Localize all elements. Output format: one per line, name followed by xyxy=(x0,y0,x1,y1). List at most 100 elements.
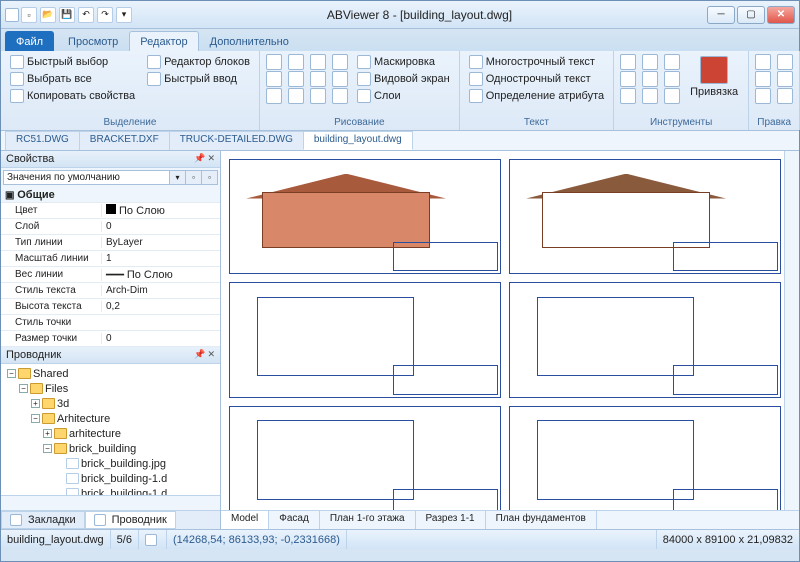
scale-icon[interactable] xyxy=(620,88,636,104)
fillet-icon[interactable] xyxy=(664,88,680,104)
mtab-model[interactable]: Model xyxy=(221,511,269,529)
move-icon[interactable] xyxy=(620,54,636,70)
attdef-button[interactable]: Определение атрибута xyxy=(466,88,607,104)
layers-button[interactable]: Слои xyxy=(354,88,453,104)
maximize-button[interactable]: ▢ xyxy=(737,6,765,24)
block-editor-button[interactable]: Редактор блоков xyxy=(144,54,253,70)
prop-color[interactable]: ЦветПо Слою xyxy=(1,203,220,219)
drawing-elevation-1 xyxy=(229,159,501,274)
quick-input-button[interactable]: Быстрый ввод xyxy=(144,71,253,87)
tab-file[interactable]: Файл xyxy=(5,31,54,51)
mtab-facade[interactable]: Фасад xyxy=(269,511,320,529)
qat-new-icon[interactable]: ▫ xyxy=(21,7,37,23)
tab-view[interactable]: Просмотр xyxy=(57,31,129,51)
poly-icon[interactable] xyxy=(310,71,326,87)
copy-icon[interactable] xyxy=(755,71,771,87)
qat-undo-icon[interactable]: ↶ xyxy=(78,7,94,23)
mtab-found[interactable]: План фундаментов xyxy=(486,511,597,529)
defaults-input[interactable] xyxy=(3,170,170,185)
paste-icon[interactable] xyxy=(755,88,771,104)
sidetab-explorer[interactable]: Проводник xyxy=(85,511,176,529)
qat-save-icon[interactable]: 💾 xyxy=(59,7,75,23)
ellipse-icon[interactable] xyxy=(288,71,304,87)
doctab-building[interactable]: building_layout.dwg xyxy=(303,131,413,150)
mtab-sec11[interactable]: Разрез 1-1 xyxy=(416,511,486,529)
trim-icon[interactable] xyxy=(642,88,658,104)
prop-tstyle[interactable]: Стиль текстаArch-Dim xyxy=(1,283,220,299)
tree-3d[interactable]: +3d xyxy=(1,396,220,411)
tree-files[interactable]: −Files xyxy=(1,381,220,396)
close-panel-icon[interactable]: ✕ xyxy=(207,153,215,165)
extend-icon[interactable] xyxy=(664,54,680,70)
close-panel-icon[interactable]: ✕ xyxy=(207,349,215,361)
prop-theight[interactable]: Высота текста0,2 xyxy=(1,299,220,315)
mtab-plan1[interactable]: План 1-го этажа xyxy=(320,511,416,529)
tree-file[interactable]: brick_building-1.d xyxy=(1,471,220,486)
doctab-bracket[interactable]: BRACKET.DXF xyxy=(79,131,170,150)
viewport-button[interactable]: Видовой экран xyxy=(354,71,453,87)
tree-arh1[interactable]: −Arhitecture xyxy=(1,411,220,426)
qat-more-icon[interactable]: ▾ xyxy=(116,7,132,23)
vertical-scrollbar[interactable] xyxy=(784,151,799,529)
minimize-button[interactable]: ─ xyxy=(707,6,735,24)
folder-icon xyxy=(94,514,106,526)
mirror-icon[interactable] xyxy=(642,54,658,70)
side-scrollbar[interactable] xyxy=(1,495,220,510)
explode-icon[interactable] xyxy=(664,71,680,87)
image-icon[interactable] xyxy=(332,88,348,104)
cut-icon[interactable] xyxy=(755,54,771,70)
drawing-section-1 xyxy=(509,159,781,274)
prop-lweight[interactable]: Вес линии━━━ По Слою xyxy=(1,267,220,283)
arc-icon[interactable] xyxy=(288,54,304,70)
circle-icon[interactable] xyxy=(266,71,282,87)
masking-button[interactable]: Маскировка xyxy=(354,54,453,70)
paste2-icon[interactable] xyxy=(777,54,793,70)
tree-arh2[interactable]: +arhitecture xyxy=(1,426,220,441)
prop-lscale[interactable]: Масштаб линии1 xyxy=(1,251,220,267)
combo-btn3[interactable]: ▫ xyxy=(202,170,218,185)
combo-btn2[interactable]: ▫ xyxy=(186,170,202,185)
tree-bb[interactable]: −brick_building xyxy=(1,441,220,456)
prop-layer[interactable]: Слой0 xyxy=(1,219,220,235)
pencil-icon[interactable] xyxy=(288,88,304,104)
prop-psize[interactable]: Размер точки0 xyxy=(1,331,220,347)
prop-pstyle[interactable]: Стиль точки xyxy=(1,315,220,331)
tree-file[interactable]: brick_building.jpg xyxy=(1,456,220,471)
status-icon1[interactable] xyxy=(139,530,167,549)
quick-select-button[interactable]: Быстрый выбор xyxy=(7,54,138,70)
mtext-button[interactable]: Многострочный текст xyxy=(466,54,607,70)
group-general[interactable]: ▣ Общие xyxy=(1,187,220,203)
tab-extra[interactable]: Дополнительно xyxy=(199,31,300,51)
find-icon[interactable] xyxy=(777,88,793,104)
qat-open-icon[interactable]: 📂 xyxy=(40,7,56,23)
select-all-button[interactable]: Выбрать все xyxy=(7,71,138,87)
doctab-rc51[interactable]: RC51.DWG xyxy=(5,131,80,150)
chevron-down-icon[interactable]: ▾ xyxy=(170,170,186,185)
rotate-icon[interactable] xyxy=(620,71,636,87)
tab-editor[interactable]: Редактор xyxy=(129,31,198,51)
rect-icon[interactable] xyxy=(310,54,326,70)
doctab-truck[interactable]: TRUCK-DETAILED.DWG xyxy=(169,131,304,150)
main-area: Свойства📌✕ ▾▫▫ ▣ Общие ЦветПо Слою Слой0… xyxy=(1,151,799,529)
hatch-icon[interactable] xyxy=(310,88,326,104)
line-icon[interactable] xyxy=(266,54,282,70)
drawing-canvas[interactable]: Model Фасад План 1-го этажа Разрез 1-1 П… xyxy=(221,151,799,529)
tree-file[interactable]: brick_building-1.d xyxy=(1,486,220,495)
cloud-icon[interactable] xyxy=(332,71,348,87)
prop-ltype[interactable]: Тип линииByLayer xyxy=(1,235,220,251)
close-button[interactable]: ✕ xyxy=(767,6,795,24)
spline-icon[interactable] xyxy=(332,54,348,70)
defaults-combo[interactable]: ▾▫▫ xyxy=(3,170,218,185)
select-all-icon xyxy=(10,72,24,86)
delete-icon[interactable] xyxy=(777,71,793,87)
qat-redo-icon[interactable]: ↷ xyxy=(97,7,113,23)
point-icon[interactable] xyxy=(266,88,282,104)
snap-button[interactable]: Привязка xyxy=(686,54,742,116)
stext-button[interactable]: Однострочный текст xyxy=(466,71,607,87)
pin-icon[interactable]: 📌 xyxy=(194,153,205,165)
tree-shared[interactable]: −Shared xyxy=(1,366,220,381)
pin-icon[interactable]: 📌 xyxy=(194,349,205,361)
sidetab-bookmarks[interactable]: Закладки xyxy=(1,511,85,529)
copy-props-button[interactable]: Копировать свойства xyxy=(7,88,138,104)
offset-icon[interactable] xyxy=(642,71,658,87)
